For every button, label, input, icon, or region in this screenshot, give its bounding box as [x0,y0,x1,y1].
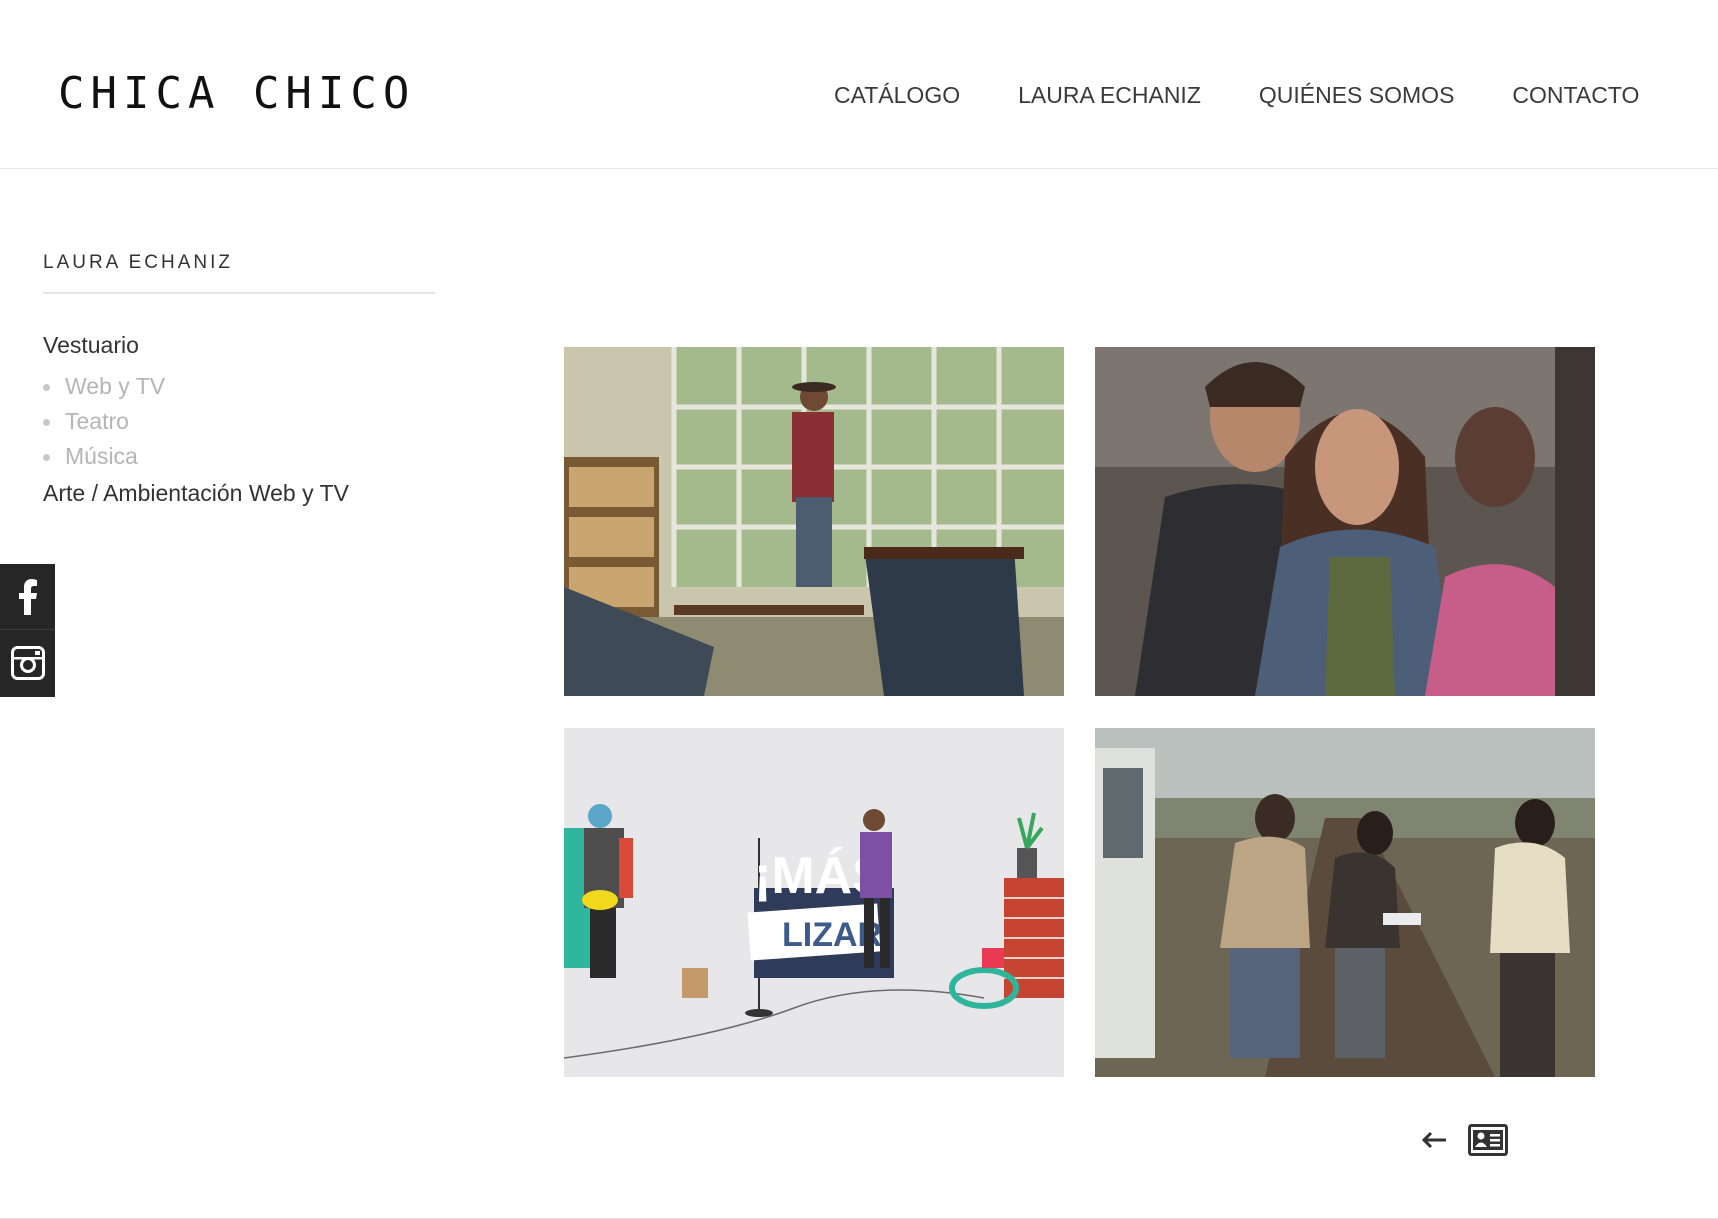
subcategory-label: Teatro [65,408,129,434]
main-nav: CATÁLOGO LAURA ECHANIZ QUIÉNES SOMOS CON… [834,82,1639,109]
social-bar [0,564,55,697]
instagram-link[interactable] [0,630,55,696]
bullet-icon [43,384,50,391]
photo-students [1095,347,1595,696]
back-button[interactable] [1421,1131,1448,1154]
gallery-photo-1[interactable] [564,347,1064,696]
bullet-icon [43,454,50,461]
sidebar: LAURA ECHANIZ Vestuario Web y TV Teatro … [43,252,435,507]
subcategory-web-y-tv[interactable]: Web y TV [43,369,435,404]
subcategory-label: Música [65,443,138,469]
contact-card-button[interactable] [1468,1124,1508,1161]
nav-quienes-somos[interactable]: QUIÉNES SOMOS [1259,82,1455,109]
site-header: CHICA CHICO CATÁLOGO LAURA ECHANIZ QUIÉN… [0,0,1718,169]
nav-laura-echaniz[interactable]: LAURA ECHANIZ [1018,82,1201,109]
facebook-icon [18,578,37,615]
subcategory-musica[interactable]: Música [43,439,435,474]
nav-contacto[interactable]: CONTACTO [1512,82,1639,109]
facebook-link[interactable] [0,564,55,630]
subcategory-teatro[interactable]: Teatro [43,404,435,439]
arrow-left-icon [1421,1131,1446,1149]
pagination [1421,1124,1508,1161]
contact-card-icon [1468,1124,1508,1156]
gallery-photo-4[interactable] [1095,728,1595,1077]
photo-illustrated-scene: LIZAR ¡MÁS [564,728,1064,1077]
category-vestuario[interactable]: Vestuario [43,332,435,359]
photo-interior-window [564,347,1064,696]
gallery-photo-2[interactable] [1095,347,1595,696]
subcategory-list: Web y TV Teatro Música [43,369,435,474]
subcategory-label: Web y TV [65,373,166,399]
instagram-icon [10,646,45,680]
nav-catalogo[interactable]: CATÁLOGO [834,82,960,109]
gallery-photo-3[interactable]: LIZAR ¡MÁS [564,728,1064,1077]
category-arte-ambientacion[interactable]: Arte / Ambientación Web y TV [43,480,435,507]
sidebar-title: LAURA ECHANIZ [43,252,435,294]
site-logo[interactable]: CHICA CHICO [58,68,415,119]
bullet-icon [43,419,50,426]
photo-countryside [1095,728,1595,1077]
